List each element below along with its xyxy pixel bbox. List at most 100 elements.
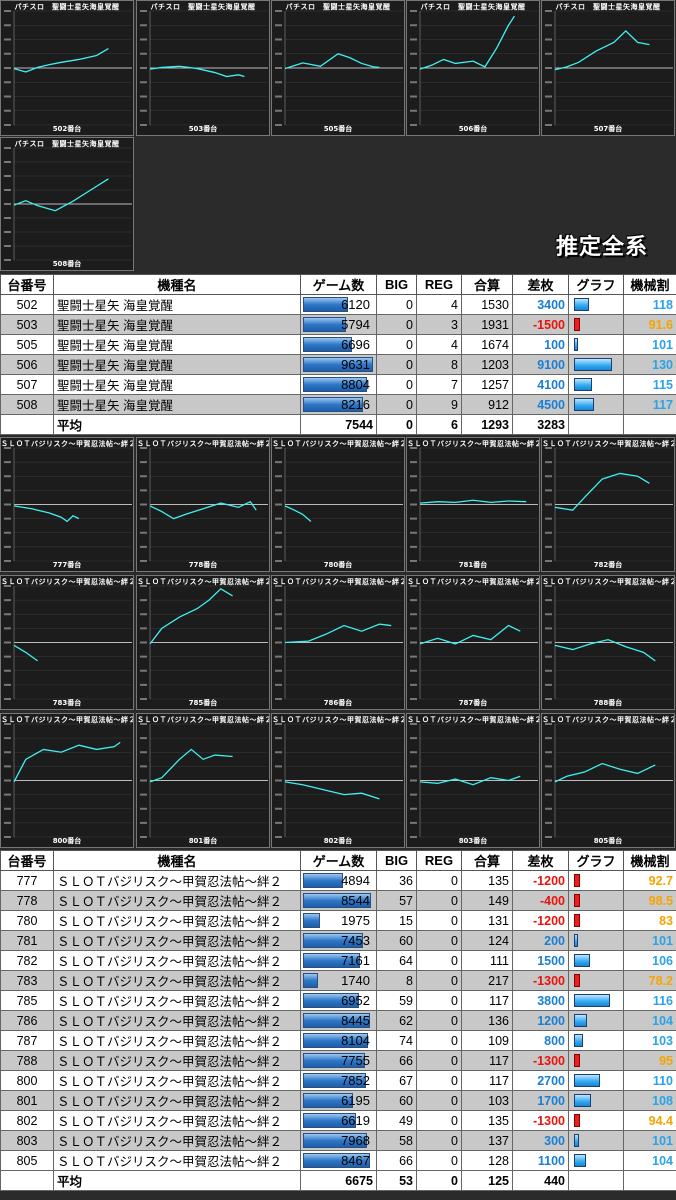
big-count: 74 xyxy=(376,1030,417,1051)
axis-tick xyxy=(545,531,552,534)
table-row: 507 聖闘士星矢 海皇覚醒 8804 0 7 1257 4100 115 xyxy=(0,374,676,395)
axis-tick xyxy=(545,737,552,740)
payout-rate: 92.7 xyxy=(623,870,676,891)
slot-graph-panel: パチスロ 聖闘士星矢海皇覚醒 507番台 xyxy=(541,0,675,136)
axis-tick xyxy=(545,109,552,112)
difference-bar xyxy=(574,1014,587,1027)
big-count: 60 xyxy=(376,1090,417,1111)
axis-tick xyxy=(140,655,147,658)
table-header: 台番号 機種名 ゲーム数 BIG REG 合算 差枚 グラフ 機械割 xyxy=(0,274,676,295)
axis-tick xyxy=(140,489,147,492)
panel-title: ＳＬＯＴバジリスク～甲賀忍法帖～絆２ xyxy=(272,578,404,586)
machine-number: 508 xyxy=(0,394,54,415)
axis-tick xyxy=(140,669,147,672)
payout-rate: 101 xyxy=(623,1130,676,1151)
slot-graph-panel: ＳＬＯＴバジリスク～甲賀忍法帖～絆２ 805番台 xyxy=(541,713,675,848)
coin-difference: 1500 xyxy=(512,950,569,971)
difference-bar-cell xyxy=(568,990,624,1011)
panel-machine-label: 787番台 xyxy=(458,699,488,707)
difference-bar-cell xyxy=(568,1010,624,1031)
game-count-value: 8104 xyxy=(341,1033,370,1048)
axis-tick xyxy=(140,737,147,740)
axis-tick xyxy=(275,779,282,782)
difference-bar xyxy=(574,874,580,887)
game-count-value: 7755 xyxy=(341,1053,370,1068)
coin-difference: 1200 xyxy=(512,1010,569,1031)
coin-difference: 100 xyxy=(512,334,569,355)
axis-tick xyxy=(545,38,552,41)
axis-tick xyxy=(140,613,147,616)
panel-title: ＳＬＯＴバジリスク～甲賀忍法帖～絆２ xyxy=(1,440,133,448)
big-count: 0 xyxy=(376,314,417,335)
axis-tick xyxy=(275,641,282,644)
game-count-value: 6195 xyxy=(341,1093,370,1108)
game-count-cell: 7755 xyxy=(300,1050,377,1071)
coin-difference: 1100 xyxy=(512,1150,569,1171)
difference-bar xyxy=(574,298,590,311)
axis-tick xyxy=(4,503,11,506)
axis-tick xyxy=(275,489,282,492)
reg-count: 0 xyxy=(416,950,462,971)
average-combined: 1293 xyxy=(461,414,513,435)
axis-tick xyxy=(275,613,282,616)
axis-tick xyxy=(545,627,552,630)
axis-tick xyxy=(4,161,11,163)
axis-tick xyxy=(545,24,552,27)
axis-tick xyxy=(410,81,417,84)
panel-title: パチスロ 聖闘士星矢海皇覚醒 xyxy=(14,140,120,148)
axis-tick xyxy=(275,765,282,768)
difference-bar-cell xyxy=(568,1090,624,1111)
payout-rate: 116 xyxy=(623,990,676,1011)
axis-tick xyxy=(140,751,147,754)
difference-bar-cell xyxy=(568,1110,624,1131)
combined-rate: 1931 xyxy=(461,314,513,335)
machine-number: 782 xyxy=(0,950,54,971)
axis-tick xyxy=(410,38,417,41)
payout-rate: 104 xyxy=(623,1150,676,1171)
machine-name: 聖闘士星矢 海皇覚醒 xyxy=(53,334,301,355)
column-header: 台番号 xyxy=(0,274,54,295)
machine-name: 聖闘士星矢 海皇覚醒 xyxy=(53,294,301,315)
panel-machine-label: 781番台 xyxy=(458,561,488,569)
column-header: ゲーム数 xyxy=(300,850,377,871)
axis-tick xyxy=(545,613,552,616)
slot-graph-panel: ＳＬＯＴバジリスク～甲賀忍法帖～絆２ 802番台 xyxy=(271,713,405,848)
axis-tick xyxy=(4,231,11,233)
difference-bar xyxy=(574,954,590,967)
big-count: 8 xyxy=(376,970,417,991)
payout-series-line xyxy=(284,781,380,800)
reg-count: 4 xyxy=(416,334,462,355)
axis-tick xyxy=(545,765,552,768)
coin-difference: -1500 xyxy=(512,314,569,335)
table-row: 777 ＳＬＯＴバジリスク～甲賀忍法帖～絆２ 4894 36 0 135 -1200 92.7 xyxy=(0,870,676,891)
axis-tick xyxy=(4,793,11,796)
combined-rate: 131 xyxy=(461,910,513,931)
panel-machine-label: 778番台 xyxy=(188,561,218,569)
machine-number: 507 xyxy=(0,374,54,395)
panel-title: ＳＬＯＴバジリスク～甲賀忍法帖～絆２ xyxy=(542,440,674,448)
combined-rate: 117 xyxy=(461,1070,513,1091)
axis-tick xyxy=(410,599,417,602)
column-header: REG xyxy=(416,274,462,295)
payout-rate: 101 xyxy=(623,334,676,355)
machine-name: 聖闘士星矢 海皇覚醒 xyxy=(53,314,301,335)
difference-bar xyxy=(574,1054,580,1067)
game-count-value: 7161 xyxy=(341,953,370,968)
panel-title: ＳＬＯＴバジリスク～甲賀忍法帖～絆２ xyxy=(542,578,674,586)
difference-bar xyxy=(574,934,578,947)
combined-rate: 1530 xyxy=(461,294,513,315)
payout-rate: 78.2 xyxy=(623,970,676,991)
table-row: 786 ＳＬＯＴバジリスク～甲賀忍法帖～絆２ 8445 62 0 136 1200 104 xyxy=(0,1010,676,1031)
machine-number: 781 xyxy=(0,930,54,951)
reg-count: 0 xyxy=(416,890,462,911)
panel-machine-label: 801番台 xyxy=(188,837,218,845)
axis-tick xyxy=(545,489,552,492)
game-count-cell: 7161 xyxy=(300,950,377,971)
table-header: 台番号 機種名 ゲーム数 BIG REG 合算 差枚 グラフ 機械割 xyxy=(0,850,676,871)
average-label: 平均 xyxy=(53,1170,301,1191)
table-row: 508 聖闘士星矢 海皇覚醒 8216 0 9 912 4500 117 xyxy=(0,394,676,415)
game-count-value: 7852 xyxy=(341,1073,370,1088)
slot-graph-panel: パチスロ 聖闘士星矢海皇覚醒 503番台 xyxy=(136,0,270,136)
axis-tick xyxy=(545,461,552,464)
slot-graph-panel: ＳＬＯＴバジリスク～甲賀忍法帖～絆２ 785番台 xyxy=(136,575,270,710)
